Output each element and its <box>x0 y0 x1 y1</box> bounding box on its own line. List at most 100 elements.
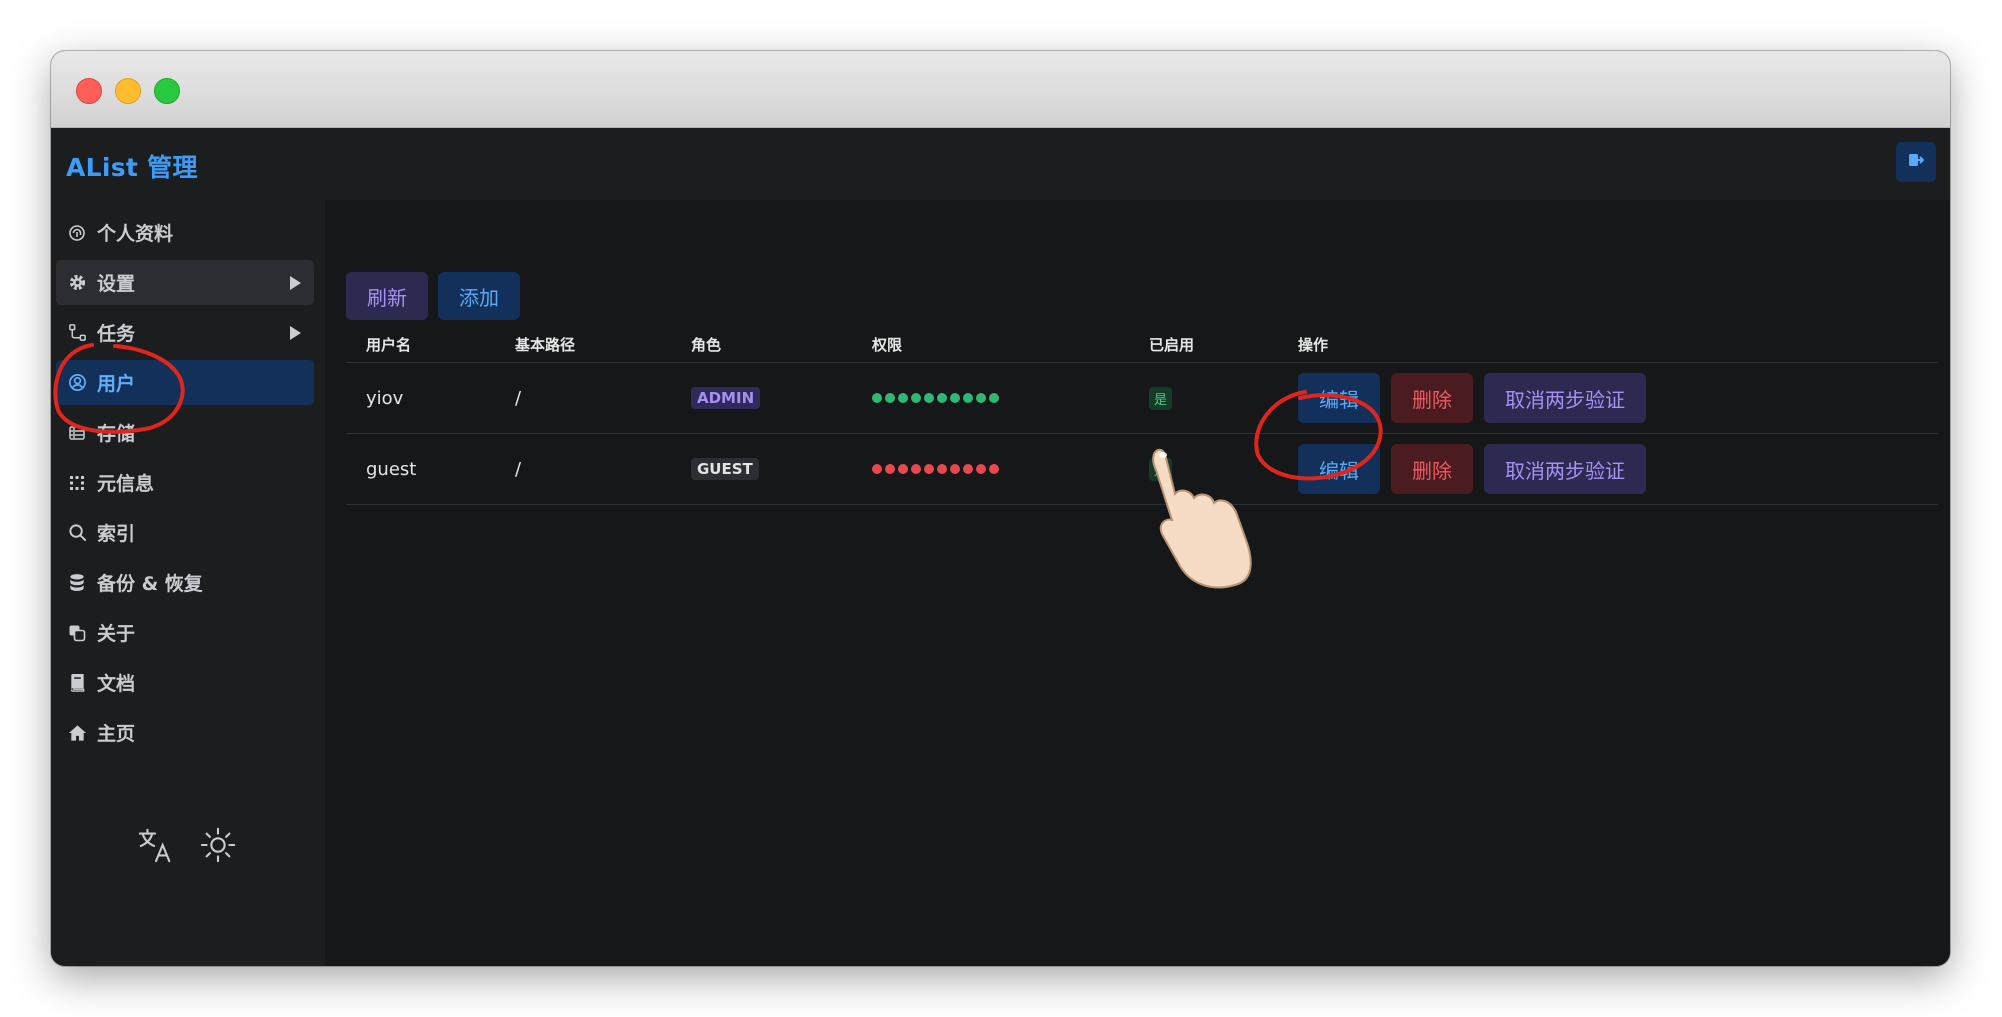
sidebar-item-label: 用户 <box>97 373 136 395</box>
sidebar-item-meta[interactable]: 元信息 <box>56 460 314 505</box>
flow-icon <box>67 323 87 343</box>
gear-icon <box>67 273 87 293</box>
sidebar-item-profile[interactable]: 个人资料 <box>56 210 314 255</box>
permission-dot <box>885 393 895 403</box>
permission-dot <box>937 393 947 403</box>
role-badge: GUEST <box>691 458 759 480</box>
sidebar-item-about[interactable]: 关于 <box>56 610 314 655</box>
permission-dot <box>911 464 921 474</box>
permission-dot <box>924 393 934 403</box>
sidebar-item-label: 任务 <box>97 323 136 345</box>
edit-button[interactable]: 编辑 <box>1298 444 1380 494</box>
permission-dots <box>872 464 1149 474</box>
permissions-cell <box>872 362 1149 434</box>
window-titlebar <box>51 51 1950 128</box>
permission-dot <box>976 393 986 403</box>
role-badge: ADMIN <box>691 387 761 409</box>
role-cell: ADMIN <box>691 362 872 434</box>
add-user-button[interactable]: 添加 <box>438 272 520 320</box>
base-path-cell: / <box>515 433 691 505</box>
refresh-button[interactable]: 刷新 <box>346 272 428 320</box>
permission-dot <box>924 464 934 474</box>
sidebar-item-label: 主页 <box>97 723 136 745</box>
cancel-2fa-button[interactable]: 取消两步验证 <box>1484 444 1646 494</box>
permission-dots <box>872 393 1149 403</box>
storage-icon <box>67 423 87 443</box>
user-circle-icon <box>67 373 87 393</box>
sidebar-item-label: 索引 <box>97 523 136 545</box>
sidebar-item-index[interactable]: 索引 <box>56 510 314 555</box>
permission-dot <box>989 464 999 474</box>
main-content: 刷新 添加 用户名 基本路径 角色 权限 已启用 操作 yiov / ADMIN… <box>325 200 1950 966</box>
sidebar-item-label: 备份 & 恢复 <box>97 573 203 595</box>
table-row: yiov / ADMIN 是 编辑 删除 取消两步验证 <box>346 362 1938 434</box>
zoom-window-button[interactable] <box>154 78 180 104</box>
users-table: 用户名 基本路径 角色 权限 已启用 操作 yiov / ADMIN 是 编辑 … <box>346 326 1938 505</box>
sidebar-tools <box>137 826 237 868</box>
permission-dot <box>898 393 908 403</box>
sidebar-item-storage[interactable]: 存储 <box>56 410 314 455</box>
sidebar: 个人资料 设置 任务 用户 存储 元信息 索引 备份 & 恢复 关于 文档 主页 <box>51 200 325 966</box>
brand-title[interactable]: AList 管理 <box>66 148 198 184</box>
permission-dot <box>872 393 882 403</box>
column-header-enabled: 已启用 <box>1149 326 1298 363</box>
permission-dot <box>950 464 960 474</box>
logout-icon <box>1907 151 1925 173</box>
permission-dot <box>976 464 986 474</box>
translate-icon[interactable] <box>137 826 175 868</box>
enabled-badge: 是 <box>1149 386 1173 410</box>
delete-button[interactable]: 删除 <box>1391 373 1473 423</box>
permission-dot <box>898 464 908 474</box>
sun-icon[interactable] <box>199 826 237 868</box>
chevron-right-icon <box>288 324 302 346</box>
sidebar-item-label: 文档 <box>97 673 136 695</box>
base-path-cell: / <box>515 362 691 434</box>
permissions-cell <box>872 433 1149 505</box>
permission-dot <box>911 393 921 403</box>
sidebar-item-settings[interactable]: 设置 <box>56 260 314 305</box>
copy-icon <box>67 623 87 643</box>
search-icon <box>67 523 87 543</box>
actions-cell: 编辑 删除 取消两步验证 <box>1298 362 1938 434</box>
sidebar-item-label: 存储 <box>97 423 136 445</box>
role-cell: GUEST <box>691 433 872 505</box>
sidebar-item-tasks[interactable]: 任务 <box>56 310 314 355</box>
database-icon <box>67 573 87 593</box>
column-header-actions: 操作 <box>1298 326 1938 363</box>
enabled-cell: 是 <box>1149 362 1298 434</box>
sidebar-item-users[interactable]: 用户 <box>56 360 314 405</box>
permission-dot <box>885 464 895 474</box>
edit-button[interactable]: 编辑 <box>1298 373 1380 423</box>
delete-button[interactable]: 删除 <box>1391 444 1473 494</box>
sidebar-item-label: 设置 <box>97 273 136 295</box>
permission-dot <box>989 393 999 403</box>
permission-dot <box>950 393 960 403</box>
book-icon <box>67 673 87 693</box>
enabled-badge: 是 <box>1149 457 1173 481</box>
permission-dot <box>872 464 882 474</box>
close-window-button[interactable] <box>76 78 102 104</box>
home-icon <box>67 723 87 743</box>
sidebar-item-home[interactable]: 主页 <box>56 710 314 755</box>
column-header-role: 角色 <box>691 326 872 363</box>
sidebar-item-label: 个人资料 <box>97 223 174 245</box>
username-cell: guest <box>346 433 515 505</box>
enabled-cell: 是 <box>1149 433 1298 505</box>
column-header-username: 用户名 <box>346 326 515 363</box>
cancel-2fa-button[interactable]: 取消两步验证 <box>1484 373 1646 423</box>
sidebar-item-backup[interactable]: 备份 & 恢复 <box>56 560 314 605</box>
app-header: AList 管理 <box>51 128 1950 200</box>
table-row: guest / GUEST 是 编辑 删除 取消两步验证 <box>346 433 1938 505</box>
sidebar-item-label: 元信息 <box>97 473 155 495</box>
permission-dot <box>963 393 973 403</box>
logout-button[interactable] <box>1896 142 1936 182</box>
sidebar-item-label: 关于 <box>97 623 136 645</box>
actions-cell: 编辑 删除 取消两步验证 <box>1298 433 1938 505</box>
permission-dot <box>937 464 947 474</box>
username-cell: yiov <box>346 362 515 434</box>
column-header-permissions: 权限 <box>872 326 1149 363</box>
meta-grid-icon <box>67 473 87 493</box>
minimize-window-button[interactable] <box>115 78 141 104</box>
column-header-base-path: 基本路径 <box>515 326 691 363</box>
sidebar-item-docs[interactable]: 文档 <box>56 660 314 705</box>
